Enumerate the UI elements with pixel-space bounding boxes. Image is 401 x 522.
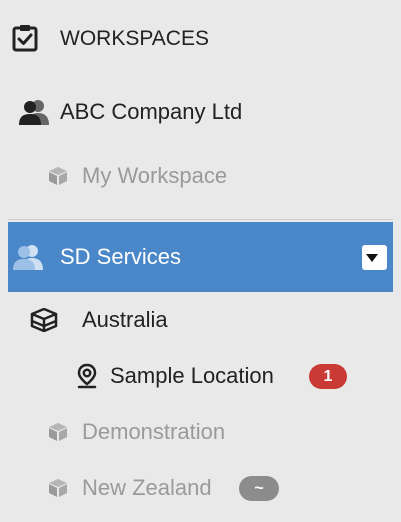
cubes-icon — [30, 308, 58, 332]
divider — [8, 219, 393, 220]
group-dropdown-button[interactable] — [362, 245, 387, 270]
workspace-label: Demonstration — [82, 419, 226, 444]
workspaces-header: WORKSPACES — [0, 16, 401, 60]
map-marker-icon — [76, 363, 98, 389]
clipboard-check-icon — [12, 24, 38, 52]
group-item[interactable]: Australia — [0, 298, 401, 342]
status-badge: ~ — [239, 476, 279, 501]
location-item[interactable]: Sample Location 1 — [0, 354, 401, 398]
cube-icon — [47, 421, 69, 443]
cube-icon — [47, 477, 69, 499]
workspace-item[interactable]: Demonstration — [0, 410, 401, 454]
selected-group-item[interactable]: SD Services — [8, 222, 393, 292]
caret-down-icon — [366, 253, 378, 262]
cube-icon — [47, 165, 69, 187]
my-workspace-item[interactable]: My Workspace — [0, 154, 401, 198]
workspace-label: New Zealand — [82, 475, 212, 500]
users-icon — [12, 244, 44, 270]
notification-badge: 1 — [309, 364, 347, 389]
group-label: Australia — [82, 307, 168, 332]
users-icon — [18, 99, 50, 125]
selected-group-label: SD Services — [60, 244, 182, 269]
company-label: ABC Company Ltd — [60, 99, 243, 124]
my-workspace-label: My Workspace — [82, 163, 228, 188]
company-item[interactable]: ABC Company Ltd — [0, 90, 401, 134]
location-label: Sample Location — [110, 363, 274, 388]
workspace-item[interactable]: New Zealand ~ — [0, 466, 401, 510]
workspaces-title: WORKSPACES — [60, 26, 209, 50]
